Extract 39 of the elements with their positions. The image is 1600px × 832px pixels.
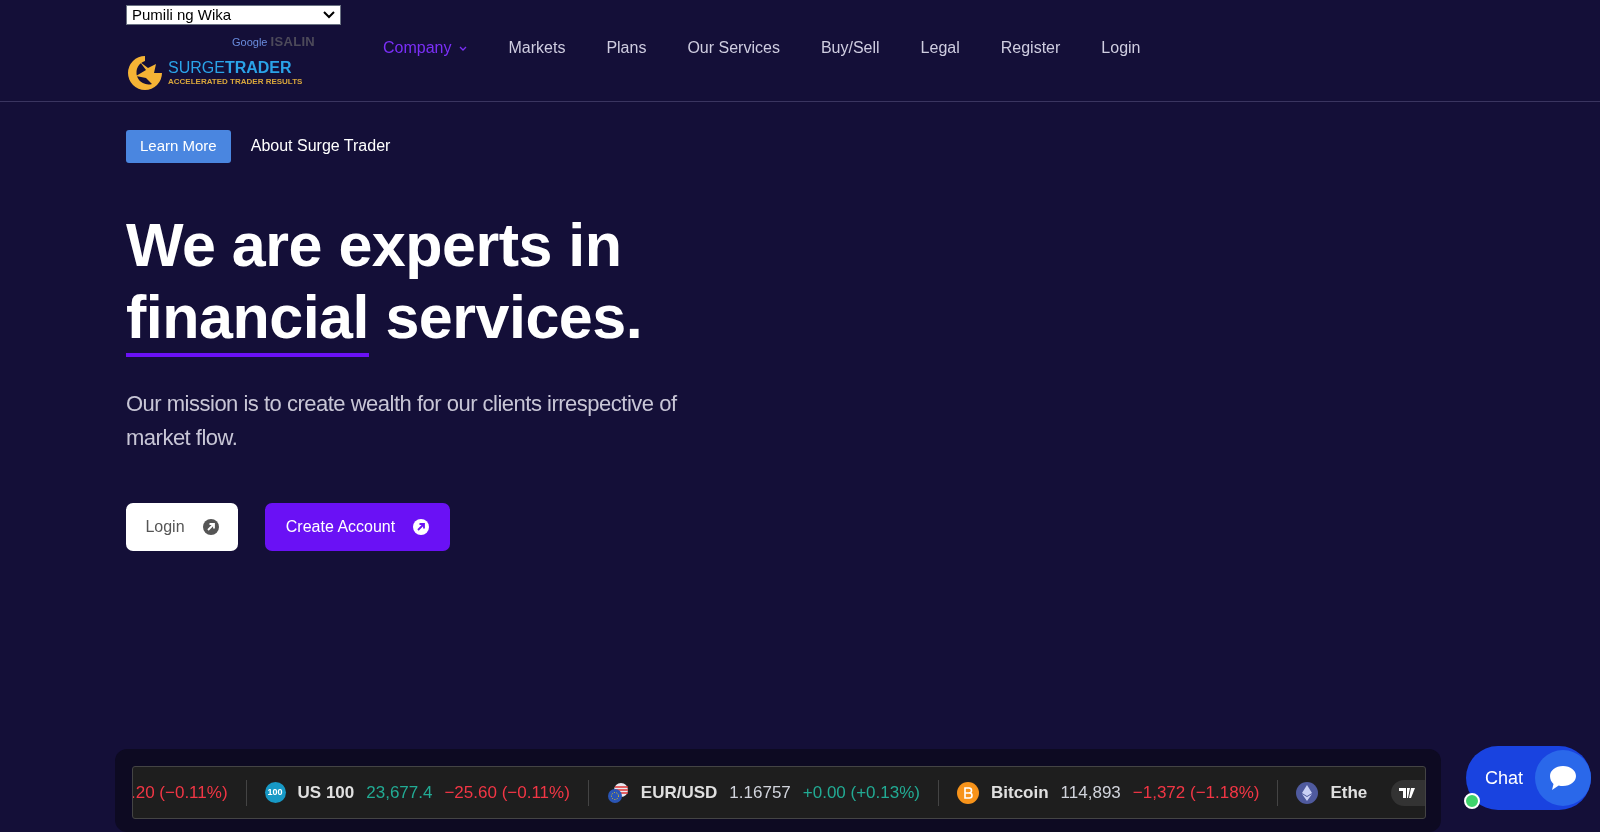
- nav-link[interactable]: Plans: [606, 36, 647, 60]
- arrow-circle-icon: [202, 518, 219, 535]
- ticker-symbol: EUR/USD: [640, 781, 718, 804]
- ticker-change: −1,372 (−1.18%): [1132, 781, 1260, 804]
- index-badge-icon: 100: [264, 782, 286, 803]
- chevron-down-icon: [323, 11, 335, 19]
- currency-flags-icon: [606, 781, 629, 804]
- ticker-change: +0.00 (+0.13%): [802, 781, 920, 804]
- speech-bubble-icon: [1535, 750, 1591, 806]
- ticker-change: .20 (−0.11%): [133, 781, 228, 804]
- chevron-down-icon: [459, 45, 468, 51]
- ticker-price: 1.16757: [729, 781, 791, 804]
- tradingview-logo-icon[interactable]: [1391, 780, 1425, 806]
- ticker-symbol: US 100: [297, 781, 355, 804]
- nav-link[interactable]: Login: [1101, 36, 1141, 60]
- nav-link[interactable]: Buy/Sell: [820, 36, 880, 60]
- bull-logo-icon: [126, 53, 164, 92]
- ethereum-icon: [1296, 781, 1319, 804]
- nav-link[interactable]: Our Services: [687, 36, 780, 60]
- chat-button[interactable]: Chat: [1466, 746, 1591, 810]
- ticker-price: 23,677.4: [366, 781, 433, 804]
- learn-more-button[interactable]: Learn More: [126, 130, 231, 163]
- arrow-circle-icon: [413, 518, 430, 535]
- language-select[interactable]: Pumili ng Wika: [126, 5, 341, 25]
- bitcoin-icon: [957, 781, 979, 804]
- logo-tagline: ACCELERATED TRADER RESULTS: [168, 77, 303, 86]
- nav-link[interactable]: Markets: [508, 36, 566, 60]
- ticker-symbol: Bitcoin: [991, 781, 1049, 804]
- create-account-button[interactable]: Create Account: [265, 502, 450, 551]
- ticker-change: −25.60 (−0.11%): [444, 781, 570, 804]
- hero-subtitle: Our mission is to create wealth for our clients irrespective of market flow.: [126, 389, 678, 452]
- nav-link[interactable]: Legal: [920, 36, 960, 60]
- logo-wordmark: SURGETRADER: [168, 59, 293, 76]
- google-logo-text: Google: [232, 34, 268, 50]
- ticker-symbol: Ethe: [1330, 781, 1368, 804]
- login-button[interactable]: Login: [126, 502, 238, 551]
- about-caption: About Surge Trader: [250, 136, 391, 157]
- nav-link[interactable]: Register: [1000, 36, 1061, 60]
- ticker-price: 114,893: [1060, 781, 1121, 804]
